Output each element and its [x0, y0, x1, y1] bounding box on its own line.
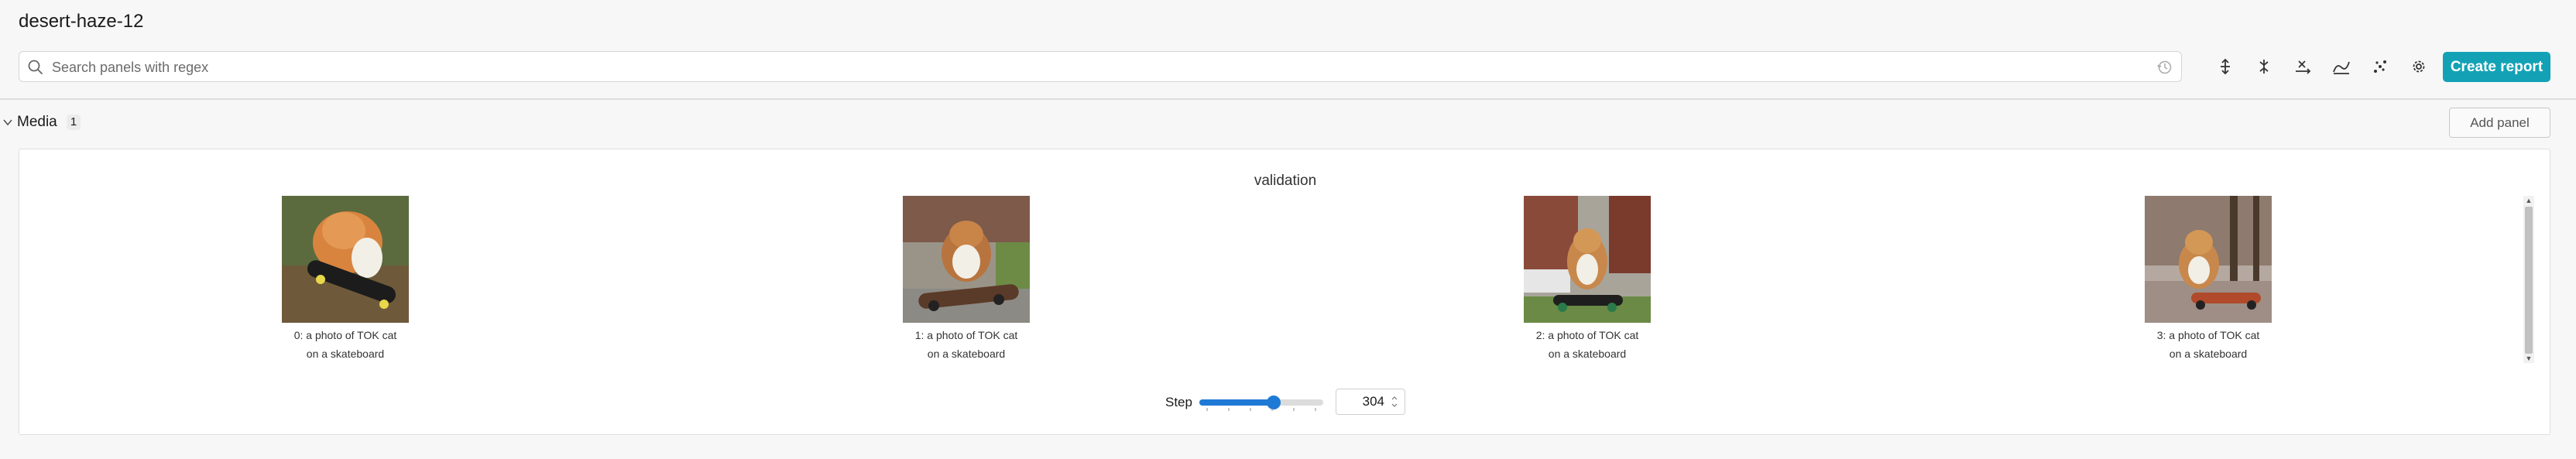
- media-caption-line2: on a skateboard: [306, 348, 385, 360]
- x-axis-icon[interactable]: [2292, 56, 2314, 77]
- media-caption-line1: 3: a photo of TOK cat: [2156, 329, 2260, 341]
- media-caption-line2: on a skateboard: [2169, 348, 2248, 360]
- media-caption-line1: 0: a photo of TOK cat: [293, 329, 397, 341]
- slider-fill: [1199, 399, 1274, 406]
- history-icon[interactable]: [2156, 59, 2173, 76]
- header-divider: [0, 98, 2576, 100]
- panel-search-box[interactable]: [19, 51, 2182, 83]
- media-item[interactable]: 1: a photo of TOK cat on a skateboard: [900, 196, 1032, 363]
- panel-title: validation: [1254, 173, 1317, 189]
- slider-ticks: [1206, 408, 1316, 411]
- asterisk-icon[interactable]: [2253, 56, 2275, 77]
- media-item[interactable]: 2: a photo of TOK cat on a skateboard: [1521, 196, 1653, 363]
- settings-gear-icon[interactable]: [2408, 56, 2430, 77]
- scroll-down-arrow-icon[interactable]: ▼: [2523, 354, 2534, 363]
- step-value: 304: [1362, 394, 1384, 409]
- media-image[interactable]: [903, 196, 1030, 323]
- media-image[interactable]: [1524, 196, 1651, 323]
- section-title[interactable]: Media: [17, 113, 57, 132]
- media-panel: validation 0: a photo of TOK cat on a sk…: [19, 149, 2550, 435]
- media-image[interactable]: [282, 196, 409, 323]
- media-image[interactable]: [2145, 196, 2272, 323]
- search-icon: [28, 60, 43, 74]
- media-caption-line1: 2: a photo of TOK cat: [1535, 329, 1639, 341]
- create-report-button[interactable]: Create report: [2443, 52, 2550, 82]
- step-slider[interactable]: [1199, 394, 1323, 413]
- step-label: Step: [1165, 395, 1192, 409]
- run-title: desert-haze-12: [19, 11, 144, 32]
- media-caption-line2: on a skateboard: [1548, 348, 1627, 360]
- scrollbar-thumb[interactable]: [2525, 207, 2533, 354]
- media-caption-line2: on a skateboard: [927, 348, 1006, 360]
- media-scrollbar[interactable]: ▲ ▼: [2523, 196, 2534, 363]
- add-panel-button[interactable]: Add panel: [2449, 108, 2550, 138]
- spinner-arrows-icon[interactable]: [1391, 394, 1398, 409]
- media-item[interactable]: 3: a photo of TOK cat on a skateboard: [2142, 196, 2274, 363]
- media-caption-line1: 1: a photo of TOK cat: [914, 329, 1018, 341]
- scroll-up-arrow-icon[interactable]: ▲: [2523, 196, 2534, 205]
- search-input[interactable]: [50, 52, 2144, 83]
- step-number-input[interactable]: 304: [1336, 389, 1405, 415]
- expand-collapse-icon[interactable]: [2214, 56, 2236, 77]
- chevron-down-icon[interactable]: [2, 116, 14, 128]
- media-item[interactable]: 0: a photo of TOK cat on a skateboard: [280, 196, 411, 363]
- smoothing-icon[interactable]: [2331, 56, 2352, 77]
- outliers-icon[interactable]: [2369, 56, 2391, 77]
- section-count-badge: 1: [67, 115, 81, 130]
